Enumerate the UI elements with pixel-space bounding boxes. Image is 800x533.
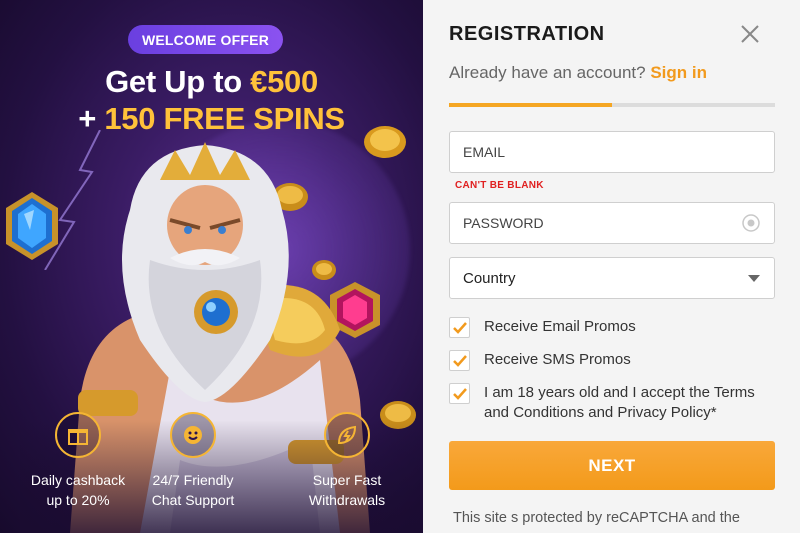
email-input[interactable]: EMAIL (449, 131, 775, 173)
smiley-chat-icon (170, 412, 216, 458)
email-promos-label: Receive Email Promos (484, 318, 636, 335)
sms-promos-option[interactable]: Receive SMS Promos (449, 350, 631, 371)
password-input[interactable]: PASSWORD (449, 202, 775, 244)
email-error: CAN'T BE BLANK (455, 180, 544, 191)
form-title: REGISTRATION (449, 23, 605, 45)
terms-option[interactable]: I am 18 years old and I accept the Terms… (449, 383, 779, 423)
feature-chat-support: 24/7 Friendly Chat Support (128, 412, 258, 510)
checkmark-icon (452, 387, 467, 400)
already-have-account: Already have an account? Sign in (449, 63, 707, 82)
recaptcha-notice: This site s protected by reCAPTCHA and t… (453, 510, 740, 526)
lightning-leaf-icon (324, 412, 370, 458)
checkmark-icon (452, 354, 467, 367)
terms-checkbox[interactable] (449, 383, 470, 404)
registration-form: REGISTRATION Already have an account? Si… (423, 0, 800, 533)
password-placeholder: PASSWORD (463, 215, 544, 231)
sign-in-link[interactable]: Sign in (650, 63, 707, 82)
sms-promos-label: Receive SMS Promos (484, 351, 631, 368)
promo-headline-line1: Get Up to €500 (105, 64, 318, 99)
progress-fill (449, 103, 612, 107)
welcome-offer-badge: WELCOME OFFER (128, 25, 283, 54)
gift-icon (55, 412, 101, 458)
sms-promos-checkbox[interactable] (449, 350, 470, 371)
email-promos-checkbox[interactable] (449, 317, 470, 338)
promo-features: Daily cashback up to 20% 24/7 Friendly Cha… (0, 412, 423, 533)
email-promos-option[interactable]: Receive Email Promos (449, 317, 636, 338)
country-select[interactable]: Country (449, 257, 775, 299)
registration-progress-bar (449, 103, 775, 107)
terms-label: I am 18 years old and I accept the Terms… (484, 384, 755, 421)
feature-daily-cashback: Daily cashback up to 20% (13, 412, 143, 510)
feature-fast-withdrawals: Super Fast Withdrawals (282, 412, 412, 510)
promo-panel: WELCOME OFFER Get Up to €500 + 150 FREE … (0, 0, 423, 533)
checkmark-icon (452, 321, 467, 334)
email-placeholder: EMAIL (463, 144, 506, 160)
close-icon[interactable] (739, 23, 761, 45)
next-button[interactable]: NEXT (449, 441, 775, 490)
show-password-icon[interactable] (742, 214, 760, 232)
country-value: Country (463, 269, 516, 287)
recaptcha-notice-cut-line (453, 528, 753, 533)
chevron-down-icon (748, 275, 760, 282)
